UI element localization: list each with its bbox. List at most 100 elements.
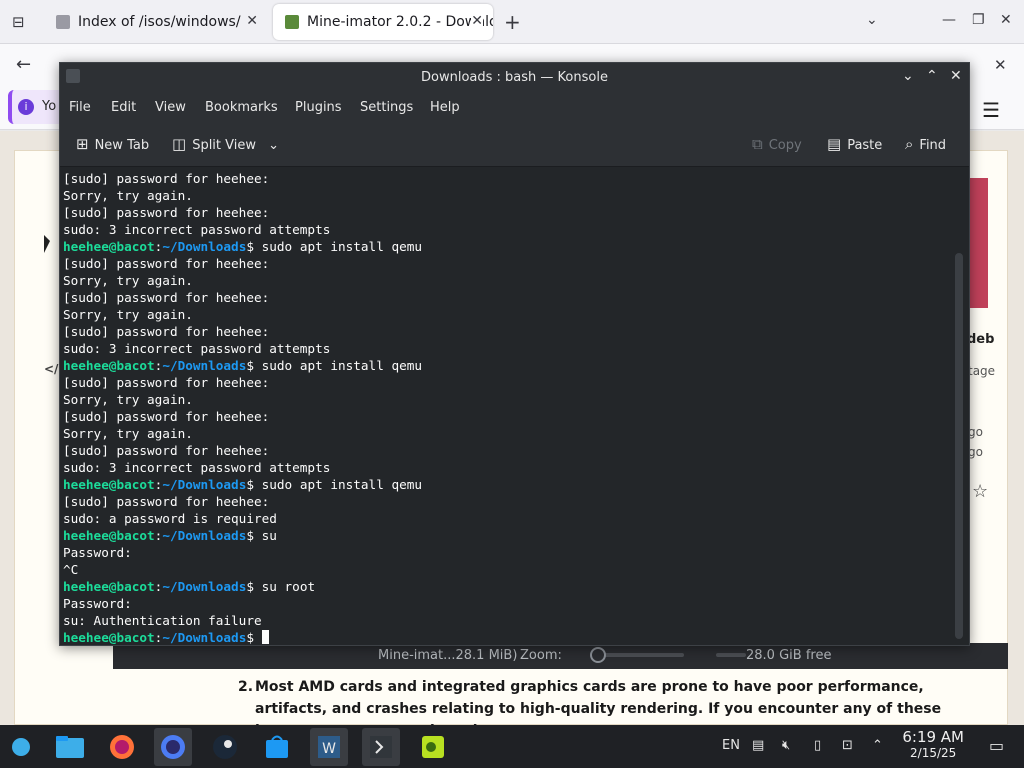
side-heading: deb xyxy=(967,332,995,347)
terminal-output-line: sudo: a password is required xyxy=(63,511,277,526)
prompt-path: ~/Downloads xyxy=(162,630,247,645)
menu-edit[interactable]: Edit xyxy=(111,100,136,115)
steam-icon xyxy=(213,735,237,759)
firefox-dev-icon xyxy=(161,735,185,759)
copy-button[interactable]: ⧉ Copy xyxy=(752,135,802,153)
prompt-path: ~/Downloads xyxy=(162,239,247,254)
split-view-button[interactable]: ◫ Split View ⌄ xyxy=(172,135,279,153)
terminal-output-line: [sudo] password for heehee: xyxy=(63,205,270,220)
terminal-prompt-line: heehee@bacot:~/Downloads$ sudo apt insta… xyxy=(63,358,423,373)
prompt-user: heehee@bacot xyxy=(63,358,155,373)
zoom-slider-handle[interactable] xyxy=(590,647,606,663)
chevron-down-icon: ⌄ xyxy=(268,138,280,153)
command-text: sudo apt install qemu xyxy=(253,239,423,254)
zoom-label: Zoom: xyxy=(520,648,562,663)
browser-tab-index[interactable]: Index of /isos/windows/ ✕ xyxy=(44,4,268,40)
prompt-path: ~/Downloads xyxy=(162,358,247,373)
terminal-output-line: [sudo] password for heehee: xyxy=(63,256,270,271)
browser-tab-bar: ⊟ Index of /isos/windows/ ✕ Mine-imator … xyxy=(0,0,1024,44)
tray-expand-chevron-icon[interactable]: ⌃ xyxy=(872,738,883,753)
clock[interactable]: 6:19 AM 2/15/25 xyxy=(902,728,964,760)
steam-button[interactable] xyxy=(206,728,244,766)
menu-plugins[interactable]: Plugins xyxy=(295,100,342,115)
new-tab-plus-icon[interactable]: + xyxy=(504,10,521,34)
search-icon: ⌕ xyxy=(905,135,914,153)
mine-imator-favicon-icon xyxy=(285,15,299,29)
new-tab-icon: ⊞ xyxy=(76,135,89,153)
tab-list-icon[interactable]: ⊟ xyxy=(12,13,25,31)
terminal-prompt-line: heehee@bacot:~/Downloads$ su xyxy=(63,528,277,543)
terminal-output-line: [sudo] password for heehee: xyxy=(63,375,270,390)
page-favicon-icon xyxy=(56,15,70,29)
side-text: tage xyxy=(968,364,996,378)
close-tab-icon[interactable]: ✕ xyxy=(246,13,258,29)
side-text: go xyxy=(968,425,983,439)
konsole-toolbar: ⊞ New Tab ◫ Split View ⌄ ⧉ Copy ▤ Paste ⌕ Fin… xyxy=(60,123,969,167)
terminal-output-line: su: Authentication failure xyxy=(63,613,262,628)
maximize-chevron-icon[interactable]: ⌃ xyxy=(926,68,938,84)
network-icon[interactable]: ⊡ xyxy=(842,738,853,753)
back-arrow-icon[interactable]: ← xyxy=(16,54,31,75)
konsole-button[interactable] xyxy=(362,728,400,766)
menu-help[interactable]: Help xyxy=(430,100,460,115)
prompt-user: heehee@bacot xyxy=(63,630,155,645)
minimize-icon[interactable]: — xyxy=(942,12,956,28)
discover-icon xyxy=(266,735,288,758)
command-text: sudo apt install qemu xyxy=(253,358,423,373)
clipboard-icon[interactable]: ▤ xyxy=(752,738,764,753)
menu-settings[interactable]: Settings xyxy=(360,100,413,115)
zoom-slider-track[interactable] xyxy=(598,653,684,657)
prompt-path: ~/Downloads xyxy=(162,528,247,543)
menu-bookmarks[interactable]: Bookmarks xyxy=(205,100,278,115)
close-tab-icon[interactable]: ✕ xyxy=(471,13,483,29)
volume-muted-icon[interactable]: 🔇︎ xyxy=(782,738,790,753)
terminal-output-line: Password: xyxy=(63,545,132,560)
close-window-icon[interactable]: ✕ xyxy=(1000,12,1012,28)
tab-label: Mine-imator 2.0.2 - Downlo xyxy=(307,14,493,30)
discover-button[interactable] xyxy=(258,728,296,766)
firefox-button[interactable] xyxy=(103,728,141,766)
mine-imator-button[interactable] xyxy=(414,728,452,766)
prompt-path: ~/Downloads xyxy=(162,579,247,594)
window-title: Downloads : bash — Konsole xyxy=(421,70,608,85)
menu-view[interactable]: View xyxy=(155,100,186,115)
terminal-output-line: Sorry, try again. xyxy=(63,188,193,203)
find-button[interactable]: ⌕ Find xyxy=(905,135,946,153)
konsole-icon xyxy=(370,736,392,758)
wine-app-button[interactable]: W xyxy=(310,728,348,766)
dolphin-button[interactable] xyxy=(51,728,89,766)
maximize-icon[interactable]: ❐ xyxy=(972,12,985,28)
close-panel-icon[interactable]: ✕ xyxy=(994,56,1007,74)
konsole-titlebar[interactable]: Downloads : bash — Konsole ⌄ ⌃ ✕ xyxy=(60,63,969,93)
prompt-path: ~/Downloads xyxy=(162,477,247,492)
mouse-cursor-icon xyxy=(44,235,50,253)
command-text: sudo apt install qemu xyxy=(253,477,423,492)
app-launcher-button[interactable] xyxy=(2,728,40,766)
app-menu-icon[interactable]: ☰ xyxy=(982,98,1000,122)
text-cursor xyxy=(261,630,269,644)
konsole-menubar: File Edit View Bookmarks Plugins Setting… xyxy=(60,93,969,123)
free-space-label: 28.0 GiB free xyxy=(746,648,832,663)
command-text xyxy=(254,630,262,645)
minimize-chevron-icon[interactable]: ⌄ xyxy=(902,68,914,84)
firefox-dev-button[interactable] xyxy=(154,728,192,766)
paste-icon: ▤ xyxy=(827,135,842,153)
paste-button[interactable]: ▤ Paste xyxy=(827,135,882,153)
prompt-user: heehee@bacot xyxy=(63,528,155,543)
show-desktop-icon[interactable]: ▭ xyxy=(989,736,1004,755)
info-icon: i xyxy=(18,99,34,115)
mine-imator-icon xyxy=(422,736,444,758)
menu-file[interactable]: File xyxy=(69,100,91,115)
keyboard-layout[interactable]: EN xyxy=(722,738,740,753)
terminal-scrollbar[interactable] xyxy=(955,253,963,639)
browser-tab-mine-imator[interactable]: Mine-imator 2.0.2 - Downlo ✕ xyxy=(273,4,493,40)
star-icon[interactable]: ☆ xyxy=(972,481,988,502)
tab-overflow-chevron-icon[interactable]: ⌄ xyxy=(866,12,878,28)
terminal-output[interactable]: [sudo] password for heehee: Sorry, try ag… xyxy=(60,168,951,645)
terminal-output-line: [sudo] password for heehee: xyxy=(63,443,270,458)
terminal-output-line: ^C xyxy=(63,562,79,577)
battery-icon[interactable]: ▯ xyxy=(814,738,821,753)
new-tab-button[interactable]: ⊞ New Tab xyxy=(76,135,149,153)
close-window-icon[interactable]: ✕ xyxy=(950,68,962,84)
terminal-output-line: [sudo] password for heehee: xyxy=(63,494,270,509)
